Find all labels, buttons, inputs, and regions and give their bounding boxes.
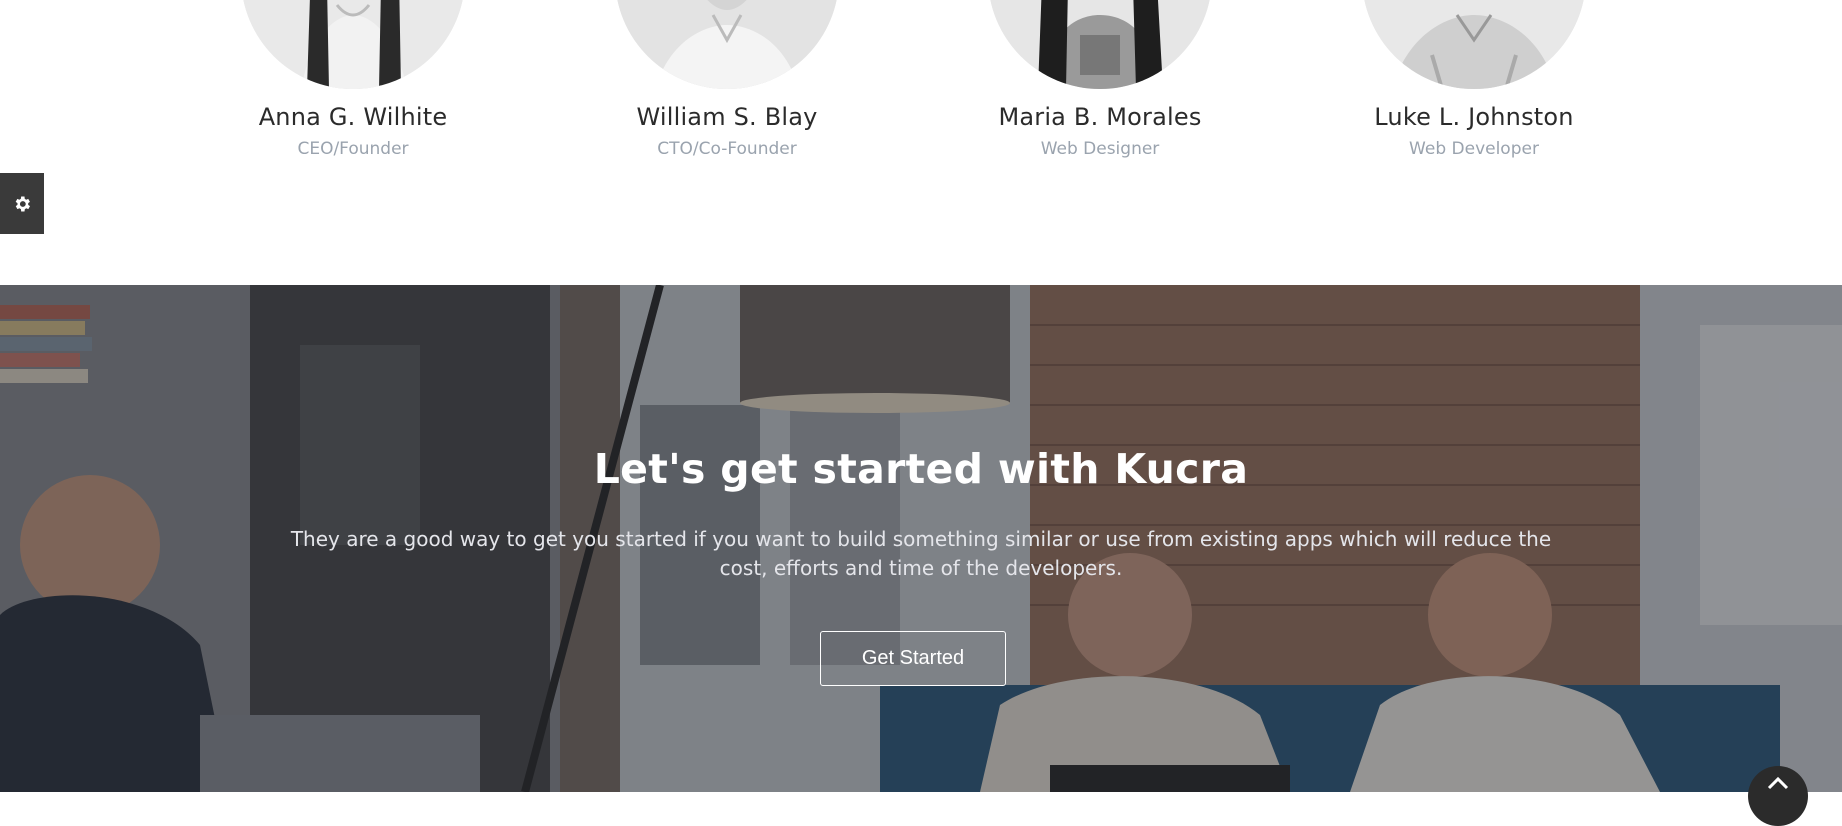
avatar: [1362, 0, 1586, 89]
cta-description: They are a good way to get you started i…: [290, 527, 1552, 580]
avatar: [615, 0, 839, 89]
scroll-to-top-button[interactable]: [1748, 766, 1808, 826]
chevron-up-icon: [1767, 776, 1789, 790]
member-role: Web Designer: [1040, 139, 1160, 159]
member-role: CEO/Founder: [297, 139, 409, 159]
member-name: Maria B. Morales: [998, 103, 1202, 131]
get-started-button[interactable]: Get Started: [820, 631, 1006, 686]
member-role: CTO/Co-Founder: [657, 139, 797, 159]
cta-title: Let's get started with Kucra: [593, 445, 1249, 493]
settings-toggle-button[interactable]: [0, 173, 44, 234]
gear-icon: [15, 196, 31, 211]
member-name: Anna G. Wilhite: [258, 103, 448, 131]
cta-banner: Let's get started with Kucra They are a …: [0, 285, 1842, 792]
team-section: Anna G. Wilhite CEO/Founder William S. B…: [0, 0, 1842, 285]
avatar: [988, 0, 1212, 89]
member-name: William S. Blay: [636, 103, 818, 131]
member-name: Luke L. Johnston: [1374, 103, 1574, 131]
member-role: Web Developer: [1409, 139, 1539, 159]
avatar: [241, 0, 465, 89]
